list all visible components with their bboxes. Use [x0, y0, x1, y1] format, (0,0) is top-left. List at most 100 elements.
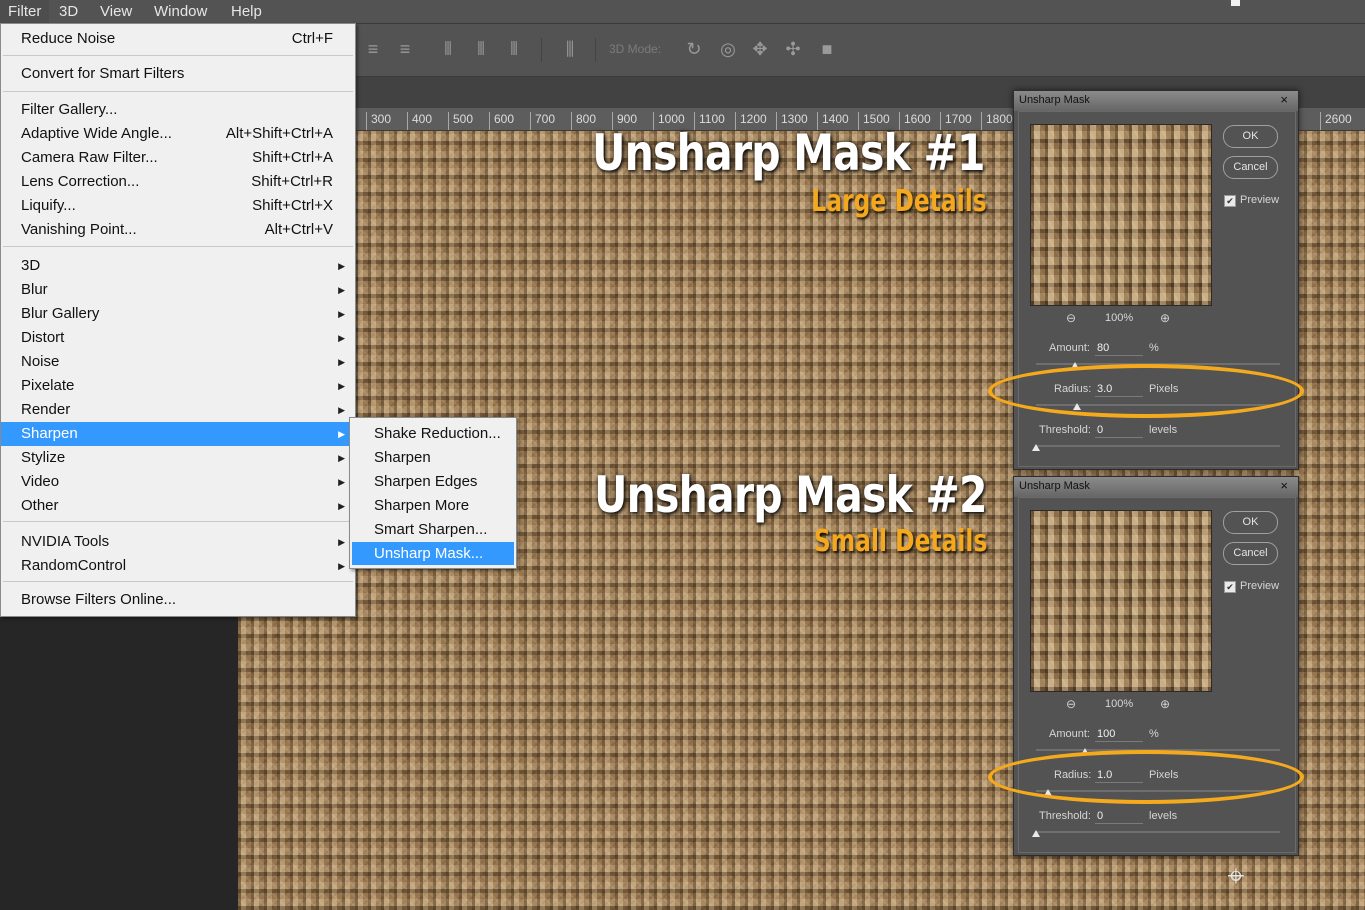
menu-filter[interactable]: Filter — [0, 0, 50, 23]
3d-rotate-icon[interactable]: ↻ — [683, 38, 705, 60]
amount-field[interactable]: 80 — [1095, 341, 1143, 356]
menu-item-label: Video — [21, 473, 60, 490]
filter-menu-item-noise[interactable]: Noise ▶ — [1, 350, 355, 374]
zoom-out-icon[interactable]: ⊖ — [1066, 311, 1076, 325]
menu-separator — [3, 521, 353, 522]
menu-item-shortcut: Shift+Ctrl+R — [251, 173, 333, 190]
filter-menu-item-blur[interactable]: Blur ▶ — [1, 278, 355, 302]
filter-menu-item-adaptive-wide-angle[interactable]: Adaptive Wide Angle... Alt+Shift+Ctrl+A — [1, 122, 355, 146]
menu-window[interactable]: Window — [146, 0, 215, 23]
window-control-icon[interactable] — [1231, 0, 1240, 6]
preview-checkbox[interactable]: ✔ — [1224, 581, 1236, 593]
sharpen-submenu-item-sharpen-more[interactable]: Sharpen More — [352, 494, 514, 517]
threshold-field[interactable]: 0 — [1095, 809, 1143, 824]
filter-menu-item-reduce-noise[interactable]: Reduce Noise Ctrl+F — [1, 27, 355, 51]
filter-menu-item-liquify[interactable]: Liquify... Shift+Ctrl+X — [1, 194, 355, 218]
filter-menu-item-render[interactable]: Render ▶ — [1, 398, 355, 422]
threshold-slider-knob[interactable] — [1032, 444, 1040, 451]
threshold-field[interactable]: 0 — [1095, 423, 1143, 438]
separator — [595, 38, 596, 62]
amount-unit: % — [1149, 342, 1159, 354]
menu-item-label: RandomControl — [21, 557, 127, 574]
menu-item-label: Other — [21, 497, 59, 514]
sharpen-submenu-item-unsharp-mask[interactable]: Unsharp Mask... — [352, 542, 514, 565]
filter-menu-item-convert-for-smart-filters[interactable]: Convert for Smart Filters — [1, 62, 355, 86]
filter-menu-item-3d[interactable]: 3D ▶ — [1, 254, 355, 278]
menu-item-label: Render — [21, 401, 71, 418]
3d-drag-icon[interactable]: ✥ — [749, 38, 771, 60]
filter-menu-item-video[interactable]: Video ▶ — [1, 470, 355, 494]
filter-menu-item-distort[interactable]: Distort ▶ — [1, 326, 355, 350]
filter-menu-item-randomcontrol[interactable]: RandomControl ▶ — [1, 554, 355, 578]
menu-item-label: Vanishing Point... — [21, 221, 137, 238]
menu-item-label: Stylize — [21, 449, 66, 466]
3d-slide-icon[interactable]: ✣ — [782, 38, 804, 60]
zoom-out-icon[interactable]: ⊖ — [1066, 697, 1076, 711]
filter-menu-item-lens-correction[interactable]: Lens Correction... Shift+Ctrl+R — [1, 170, 355, 194]
crosshair-icon: ⌖ — [1227, 860, 1245, 893]
filter-menu-item-nvidia-tools[interactable]: NVIDIA Tools ▶ — [1, 530, 355, 554]
dialog-title-bar[interactable]: Unsharp Mask × — [1014, 477, 1298, 497]
filter-menu-item-stylize[interactable]: Stylize ▶ — [1, 446, 355, 470]
filter-menu-item-camera-raw-filter[interactable]: Camera Raw Filter... Shift+Ctrl+A — [1, 146, 355, 170]
menu-item-shortcut: Ctrl+F — [291, 30, 333, 47]
threshold-slider-knob[interactable] — [1032, 830, 1040, 837]
threshold-label: Threshold: — [1039, 810, 1091, 822]
dialog-title: Unsharp Mask — [1019, 480, 1090, 492]
menu-item-label: Lens Correction... — [21, 173, 140, 190]
filter-menu-item-vanishing-point[interactable]: Vanishing Point... Alt+Ctrl+V — [1, 218, 355, 242]
threshold-slider[interactable] — [1032, 444, 1280, 451]
dialog-title-bar[interactable]: Unsharp Mask × — [1014, 91, 1298, 111]
menu-item-label: Shake Reduction... — [374, 425, 501, 442]
align-right-icon[interactable]: ⫴ — [503, 38, 525, 60]
filter-menu-item-other[interactable]: Other ▶ — [1, 494, 355, 518]
distribute-icon[interactable]: ⫼ — [559, 38, 581, 60]
menu-item-label: Sharpen Edges — [374, 473, 478, 490]
zoom-in-icon[interactable]: ⊕ — [1160, 311, 1170, 325]
3d-roll-icon[interactable]: ◎ — [717, 38, 739, 60]
menu-help[interactable]: Help — [223, 0, 270, 23]
preview-image[interactable] — [1030, 510, 1212, 692]
sharpen-submenu-item-sharpen-edges[interactable]: Sharpen Edges — [352, 470, 514, 493]
sharpen-submenu-item-shake-reduction[interactable]: Shake Reduction... — [352, 422, 514, 445]
preview-checkbox[interactable]: ✔ — [1224, 195, 1236, 207]
menu-view[interactable]: View — [92, 0, 140, 23]
submenu-arrow-icon: ▶ — [338, 381, 345, 391]
menu-item-shortcut: Shift+Ctrl+A — [252, 149, 333, 166]
align-top-icon[interactable]: ≡ — [362, 38, 384, 60]
close-icon[interactable]: × — [1280, 92, 1288, 107]
workspace-background — [0, 614, 238, 910]
cancel-button[interactable]: Cancel — [1223, 156, 1278, 179]
threshold-slider[interactable] — [1032, 830, 1280, 837]
sharpen-submenu-item-smart-sharpen[interactable]: Smart Sharpen... — [352, 518, 514, 541]
menu-item-label: Browse Filters Online... — [21, 591, 177, 608]
preview-image[interactable] — [1030, 124, 1212, 306]
filter-menu-item-sharpen[interactable]: Sharpen ▶ — [1, 422, 355, 446]
menu-separator — [3, 91, 353, 92]
menu-item-label: Sharpen More — [374, 497, 470, 514]
submenu-arrow-icon: ▶ — [338, 285, 345, 295]
filter-menu-item-filter-gallery[interactable]: Filter Gallery... — [1, 98, 355, 122]
align-left-icon[interactable]: ⫴ — [437, 38, 459, 60]
menu-3d[interactable]: 3D — [51, 0, 86, 23]
submenu-arrow-icon: ▶ — [338, 405, 345, 415]
menu-separator — [3, 581, 353, 582]
align-hcenter-icon[interactable]: ⫴ — [470, 38, 492, 60]
annotation-title-2: Unsharp Mask #2 — [594, 466, 987, 524]
cancel-button[interactable]: Cancel — [1223, 542, 1278, 565]
ok-button[interactable]: OK — [1223, 125, 1278, 148]
3d-camera-icon[interactable]: ■ — [816, 38, 838, 60]
filter-menu-item-blur-gallery[interactable]: Blur Gallery ▶ — [1, 302, 355, 326]
menu-item-label: Pixelate — [21, 377, 75, 394]
sharpen-submenu-item-sharpen[interactable]: Sharpen — [352, 446, 514, 469]
zoom-in-icon[interactable]: ⊕ — [1160, 697, 1170, 711]
filter-menu-item-browse-filters-online[interactable]: Browse Filters Online... — [1, 588, 355, 612]
menu-item-label: Smart Sharpen... — [374, 521, 488, 538]
menu-item-label: Distort — [21, 329, 65, 346]
filter-menu-item-pixelate[interactable]: Pixelate ▶ — [1, 374, 355, 398]
amount-field[interactable]: 100 — [1095, 727, 1143, 742]
menu-item-label: Blur — [21, 281, 48, 298]
close-icon[interactable]: × — [1280, 478, 1288, 493]
ok-button[interactable]: OK — [1223, 511, 1278, 534]
align-bottom-icon[interactable]: ≡ — [394, 38, 416, 60]
